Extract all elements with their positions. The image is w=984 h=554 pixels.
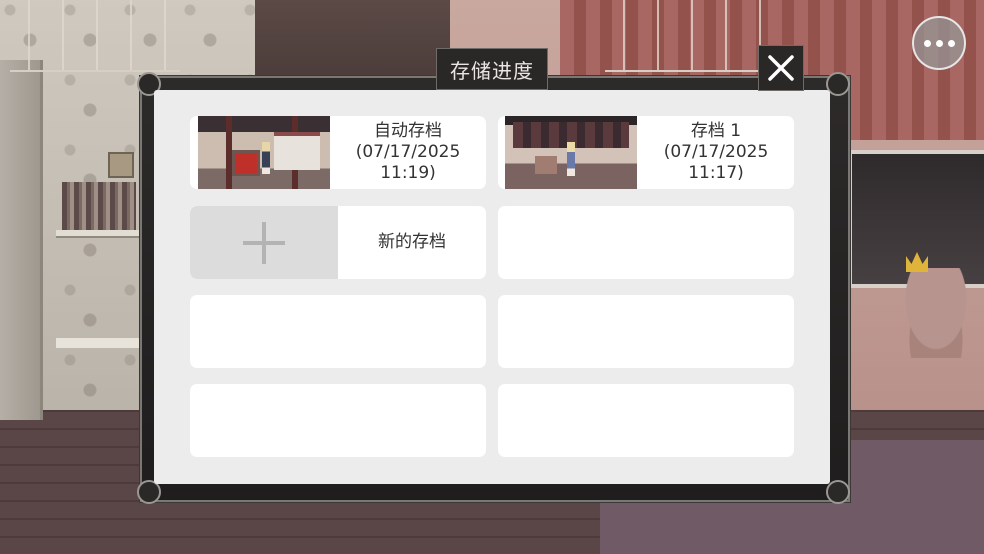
close-icon xyxy=(768,55,794,81)
bookshelf-books xyxy=(62,182,136,230)
teddy-bear xyxy=(900,268,972,358)
mantel xyxy=(56,338,140,348)
save-slot-date: (07/17/2025 xyxy=(355,142,461,162)
save-slot-date: (07/17/2025 xyxy=(663,142,769,162)
save-slot-time: 11:17) xyxy=(688,163,744,183)
save-slot-time: 11:19) xyxy=(380,163,436,183)
save-slot-info: 存档 1 (07/17/2025 11:17) xyxy=(638,116,794,189)
empty-save-slot[interactable] xyxy=(498,206,794,279)
save-slot-1[interactable]: 存档 1 (07/17/2025 11:17) xyxy=(498,116,794,189)
chandelier-right xyxy=(605,0,775,72)
bookshelf xyxy=(56,230,140,238)
chandelier-left xyxy=(10,0,180,72)
save-slot-info: 自动存档 (07/17/2025 11:19) xyxy=(330,116,486,189)
empty-save-slot[interactable] xyxy=(190,384,486,457)
more-menu-button[interactable] xyxy=(912,16,966,70)
more-dots-icon xyxy=(935,39,943,47)
wall-picture-frame xyxy=(108,152,134,178)
close-button[interactable] xyxy=(758,45,804,91)
new-save-thumbnail xyxy=(190,206,338,279)
door xyxy=(0,60,43,420)
ornament-corner-icon xyxy=(826,480,850,504)
empty-save-slot[interactable] xyxy=(498,295,794,368)
new-save-info: 新的存档 xyxy=(338,206,486,279)
new-save-label: 新的存档 xyxy=(378,232,446,252)
more-dots-icon xyxy=(947,39,955,47)
more-dots-icon xyxy=(923,39,931,47)
save-thumbnail xyxy=(505,116,637,189)
save-slot-name: 存档 1 xyxy=(690,121,742,141)
save-thumbnail xyxy=(198,116,330,189)
plus-icon xyxy=(243,221,285,264)
dialog-title: 存储进度 xyxy=(436,48,548,90)
new-save-button[interactable]: 新的存档 xyxy=(190,206,486,279)
save-slot-auto[interactable]: 自动存档 (07/17/2025 11:19) xyxy=(190,116,486,189)
save-slot-name: 自动存档 xyxy=(374,121,442,141)
empty-save-slot[interactable] xyxy=(498,384,794,457)
empty-save-slot[interactable] xyxy=(190,295,486,368)
